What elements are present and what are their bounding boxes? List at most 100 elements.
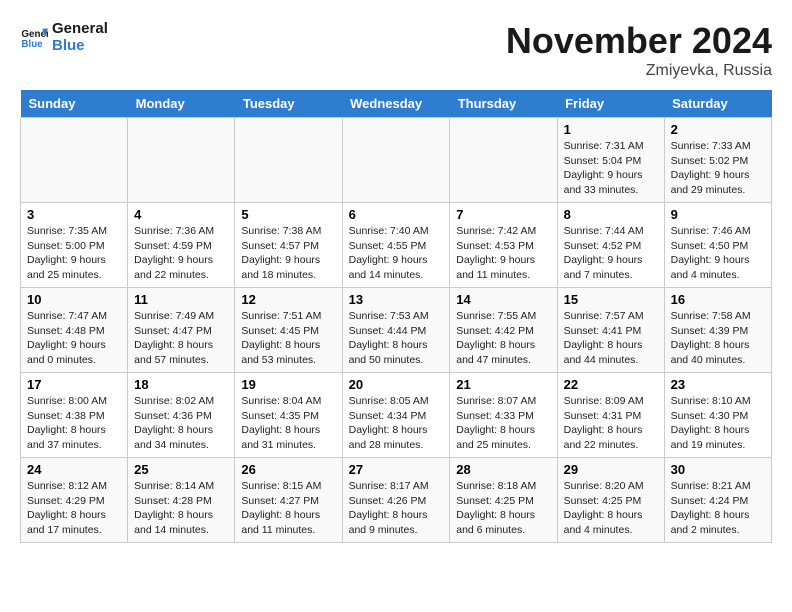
day-number: 14 bbox=[456, 292, 550, 307]
weekday-header-thursday: Thursday bbox=[450, 90, 557, 118]
day-number: 10 bbox=[27, 292, 121, 307]
day-number: 4 bbox=[134, 207, 228, 222]
calendar-cell: 11 Sunrise: 7:49 AM Sunset: 4:47 PM Dayli… bbox=[128, 288, 235, 373]
weekday-header-saturday: Saturday bbox=[664, 90, 771, 118]
day-number: 28 bbox=[456, 462, 550, 477]
location-title: Zmiyevka, Russia bbox=[506, 62, 772, 80]
day-info: Sunrise: 7:35 AM Sunset: 5:00 PM Dayligh… bbox=[27, 224, 121, 283]
calendar-week-2: 3 Sunrise: 7:35 AM Sunset: 5:00 PM Daylig… bbox=[21, 203, 772, 288]
day-number: 11 bbox=[134, 292, 228, 307]
day-number: 22 bbox=[564, 377, 658, 392]
day-info: Sunrise: 7:51 AM Sunset: 4:45 PM Dayligh… bbox=[241, 309, 335, 368]
calendar-cell: 9 Sunrise: 7:46 AM Sunset: 4:50 PM Daylig… bbox=[664, 203, 771, 288]
calendar-cell: 4Sunrise: 7:36 AM Sunset: 4:59 PM Daylig… bbox=[128, 203, 235, 288]
day-info: Sunrise: 8:05 AM Sunset: 4:34 PM Dayligh… bbox=[349, 394, 444, 453]
calendar-cell bbox=[21, 118, 128, 203]
calendar-body: 1 Sunrise: 7:31 AM Sunset: 5:04 PM Daylig… bbox=[21, 118, 772, 543]
day-number: 9 bbox=[671, 207, 765, 222]
day-info: Sunrise: 7:55 AM Sunset: 4:42 PM Dayligh… bbox=[456, 309, 550, 368]
day-number: 18 bbox=[134, 377, 228, 392]
weekday-header-tuesday: Tuesday bbox=[235, 90, 342, 118]
calendar-week-3: 10 Sunrise: 7:47 AM Sunset: 4:48 PM Dayli… bbox=[21, 288, 772, 373]
day-number: 6 bbox=[349, 207, 444, 222]
svg-text:Blue: Blue bbox=[21, 39, 43, 50]
calendar-cell: 23Sunrise: 8:10 AM Sunset: 4:30 PM Dayli… bbox=[664, 373, 771, 458]
calendar-cell: 18 Sunrise: 8:02 AM Sunset: 4:36 PM Dayli… bbox=[128, 373, 235, 458]
day-number: 2 bbox=[671, 122, 765, 137]
calendar-cell: 26Sunrise: 8:15 AM Sunset: 4:27 PM Dayli… bbox=[235, 458, 342, 543]
day-number: 16 bbox=[671, 292, 765, 307]
calendar-cell: 13 Sunrise: 7:53 AM Sunset: 4:44 PM Dayli… bbox=[342, 288, 450, 373]
title-section: November 2024 Zmiyevka, Russia bbox=[506, 20, 772, 80]
calendar-cell: 30Sunrise: 8:21 AM Sunset: 4:24 PM Dayli… bbox=[664, 458, 771, 543]
day-info: Sunrise: 8:20 AM Sunset: 4:25 PM Dayligh… bbox=[564, 479, 658, 538]
calendar-cell: 6 Sunrise: 7:40 AM Sunset: 4:55 PM Daylig… bbox=[342, 203, 450, 288]
day-number: 15 bbox=[564, 292, 658, 307]
calendar-cell: 12 Sunrise: 7:51 AM Sunset: 4:45 PM Dayli… bbox=[235, 288, 342, 373]
calendar-cell: 2 Sunrise: 7:33 AM Sunset: 5:02 PM Daylig… bbox=[664, 118, 771, 203]
day-info: Sunrise: 8:07 AM Sunset: 4:33 PM Dayligh… bbox=[456, 394, 550, 453]
day-number: 3 bbox=[27, 207, 121, 222]
day-info: Sunrise: 7:42 AM Sunset: 4:53 PM Dayligh… bbox=[456, 224, 550, 283]
calendar-cell: 29Sunrise: 8:20 AM Sunset: 4:25 PM Dayli… bbox=[557, 458, 664, 543]
calendar-cell: 25 Sunrise: 8:14 AM Sunset: 4:28 PM Dayli… bbox=[128, 458, 235, 543]
day-number: 8 bbox=[564, 207, 658, 222]
logo: General Blue General Blue bbox=[20, 20, 108, 54]
day-info: Sunrise: 8:02 AM Sunset: 4:36 PM Dayligh… bbox=[134, 394, 228, 453]
calendar-cell: 17 Sunrise: 8:00 AM Sunset: 4:38 PM Dayli… bbox=[21, 373, 128, 458]
calendar-week-5: 24Sunrise: 8:12 AM Sunset: 4:29 PM Dayli… bbox=[21, 458, 772, 543]
calendar-cell: 7Sunrise: 7:42 AM Sunset: 4:53 PM Daylig… bbox=[450, 203, 557, 288]
calendar-week-4: 17 Sunrise: 8:00 AM Sunset: 4:38 PM Dayli… bbox=[21, 373, 772, 458]
day-info: Sunrise: 7:40 AM Sunset: 4:55 PM Dayligh… bbox=[349, 224, 444, 283]
logo-line2: Blue bbox=[52, 37, 108, 54]
day-info: Sunrise: 8:17 AM Sunset: 4:26 PM Dayligh… bbox=[349, 479, 444, 538]
calendar-cell: 21 Sunrise: 8:07 AM Sunset: 4:33 PM Dayli… bbox=[450, 373, 557, 458]
day-number: 12 bbox=[241, 292, 335, 307]
day-number: 21 bbox=[456, 377, 550, 392]
day-info: Sunrise: 8:21 AM Sunset: 4:24 PM Dayligh… bbox=[671, 479, 765, 538]
calendar-table: SundayMondayTuesdayWednesdayThursdayFrid… bbox=[20, 90, 772, 543]
calendar-week-1: 1 Sunrise: 7:31 AM Sunset: 5:04 PM Daylig… bbox=[21, 118, 772, 203]
calendar-cell: 8 Sunrise: 7:44 AM Sunset: 4:52 PM Daylig… bbox=[557, 203, 664, 288]
day-info: Sunrise: 8:12 AM Sunset: 4:29 PM Dayligh… bbox=[27, 479, 121, 538]
calendar-cell bbox=[342, 118, 450, 203]
day-info: Sunrise: 7:49 AM Sunset: 4:47 PM Dayligh… bbox=[134, 309, 228, 368]
calendar-cell: 24Sunrise: 8:12 AM Sunset: 4:29 PM Dayli… bbox=[21, 458, 128, 543]
day-number: 20 bbox=[349, 377, 444, 392]
weekday-header-sunday: Sunday bbox=[21, 90, 128, 118]
calendar-cell: 15Sunrise: 7:57 AM Sunset: 4:41 PM Dayli… bbox=[557, 288, 664, 373]
calendar-cell: 22 Sunrise: 8:09 AM Sunset: 4:31 PM Dayli… bbox=[557, 373, 664, 458]
day-info: Sunrise: 7:44 AM Sunset: 4:52 PM Dayligh… bbox=[564, 224, 658, 283]
calendar-header-row: SundayMondayTuesdayWednesdayThursdayFrid… bbox=[21, 90, 772, 118]
day-number: 25 bbox=[134, 462, 228, 477]
day-number: 17 bbox=[27, 377, 121, 392]
logo-icon: General Blue bbox=[20, 23, 48, 51]
calendar-cell: 16Sunrise: 7:58 AM Sunset: 4:39 PM Dayli… bbox=[664, 288, 771, 373]
day-info: Sunrise: 8:14 AM Sunset: 4:28 PM Dayligh… bbox=[134, 479, 228, 538]
day-info: Sunrise: 8:09 AM Sunset: 4:31 PM Dayligh… bbox=[564, 394, 658, 453]
day-number: 13 bbox=[349, 292, 444, 307]
calendar-cell: 27Sunrise: 8:17 AM Sunset: 4:26 PM Dayli… bbox=[342, 458, 450, 543]
day-info: Sunrise: 7:53 AM Sunset: 4:44 PM Dayligh… bbox=[349, 309, 444, 368]
day-info: Sunrise: 8:00 AM Sunset: 4:38 PM Dayligh… bbox=[27, 394, 121, 453]
calendar-cell bbox=[128, 118, 235, 203]
day-info: Sunrise: 7:38 AM Sunset: 4:57 PM Dayligh… bbox=[241, 224, 335, 283]
calendar-cell: 1 Sunrise: 7:31 AM Sunset: 5:04 PM Daylig… bbox=[557, 118, 664, 203]
page-header: General Blue General Blue November 2024 … bbox=[20, 20, 772, 80]
day-info: Sunrise: 8:10 AM Sunset: 4:30 PM Dayligh… bbox=[671, 394, 765, 453]
calendar-cell: 28Sunrise: 8:18 AM Sunset: 4:25 PM Dayli… bbox=[450, 458, 557, 543]
calendar-cell: 19Sunrise: 8:04 AM Sunset: 4:35 PM Dayli… bbox=[235, 373, 342, 458]
month-title: November 2024 bbox=[506, 20, 772, 62]
day-info: Sunrise: 8:04 AM Sunset: 4:35 PM Dayligh… bbox=[241, 394, 335, 453]
calendar-cell bbox=[450, 118, 557, 203]
calendar-cell: 5Sunrise: 7:38 AM Sunset: 4:57 PM Daylig… bbox=[235, 203, 342, 288]
day-info: Sunrise: 7:46 AM Sunset: 4:50 PM Dayligh… bbox=[671, 224, 765, 283]
calendar-cell: 3 Sunrise: 7:35 AM Sunset: 5:00 PM Daylig… bbox=[21, 203, 128, 288]
day-info: Sunrise: 7:33 AM Sunset: 5:02 PM Dayligh… bbox=[671, 139, 765, 198]
day-info: Sunrise: 7:31 AM Sunset: 5:04 PM Dayligh… bbox=[564, 139, 658, 198]
day-info: Sunrise: 8:15 AM Sunset: 4:27 PM Dayligh… bbox=[241, 479, 335, 538]
day-number: 1 bbox=[564, 122, 658, 137]
day-info: Sunrise: 7:47 AM Sunset: 4:48 PM Dayligh… bbox=[27, 309, 121, 368]
weekday-header-friday: Friday bbox=[557, 90, 664, 118]
logo-line1: General bbox=[52, 20, 108, 37]
